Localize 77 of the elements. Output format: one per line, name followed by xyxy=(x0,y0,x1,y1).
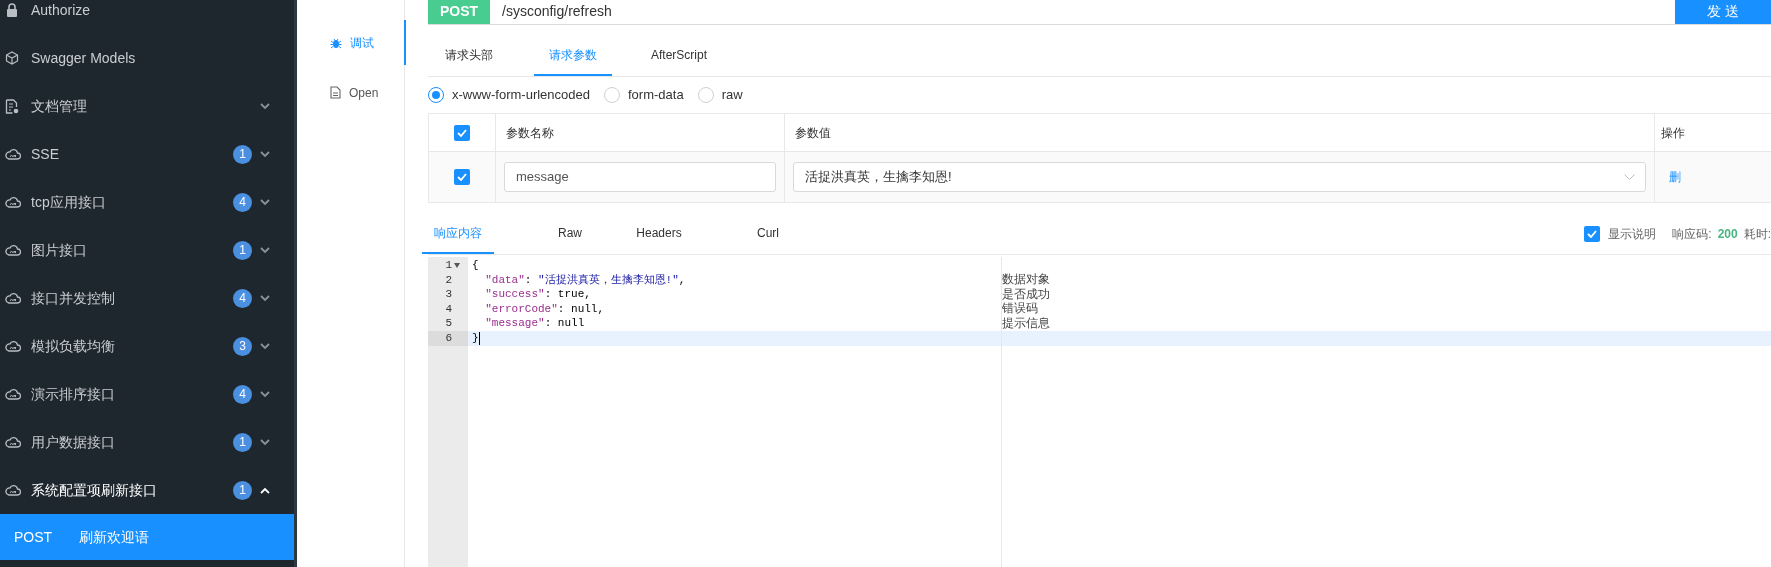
radio-label: x-www-form-urlencoded xyxy=(452,86,590,105)
sidebar-item[interactable]: Authorize xyxy=(0,0,294,34)
sidebar-item[interactable]: 演示排序接口 4 xyxy=(0,370,294,418)
count-badge: 1 xyxy=(233,480,252,500)
document-icon xyxy=(330,86,341,99)
checkbox-label: 显示说明 xyxy=(1608,226,1657,243)
sidebar-item[interactable]: 用户数据接口 1 xyxy=(0,418,294,466)
bug-icon xyxy=(330,36,342,49)
code-line: "message": null xyxy=(484,316,586,331)
sidebar-item[interactable]: 系统配置项刷新接口 1 xyxy=(0,466,294,514)
line-number: 4 xyxy=(444,301,453,317)
tab[interactable]: Raw xyxy=(534,214,606,254)
field-description: 错误码 xyxy=(1002,301,1038,317)
time-label: 耗时: xyxy=(1743,226,1771,243)
code-line: "success": true, xyxy=(484,287,592,302)
fold-icon xyxy=(454,262,460,268)
field-description: 数据对象 xyxy=(1002,272,1050,288)
checkmark-icon xyxy=(457,173,467,181)
document-icon xyxy=(5,98,19,114)
tab[interactable]: AfterScript xyxy=(632,36,726,76)
tab[interactable]: Curl xyxy=(732,214,804,254)
name-field[interactable]: message xyxy=(504,162,776,192)
checkbox[interactable] xyxy=(454,124,470,141)
count-badge: 4 xyxy=(233,192,252,212)
count-badge: 4 xyxy=(233,384,252,404)
line-number: 2 xyxy=(444,272,453,288)
cloud-icon xyxy=(5,196,21,208)
count-badge: 1 xyxy=(233,432,252,452)
sidebar-item[interactable]: tcp应用接口 4 xyxy=(0,178,294,226)
sidebar-item[interactable]: 模拟负载均衡 3 xyxy=(0,322,294,370)
method-badge: POST xyxy=(428,0,490,24)
line-number: 6 xyxy=(428,330,468,346)
side-tab[interactable]: Open xyxy=(297,70,406,115)
column-header: 操作 xyxy=(1660,124,1686,142)
checkmark-icon xyxy=(1587,230,1598,238)
endpoint-label: 刷新欢迎语 xyxy=(79,527,149,547)
column-header: 参数名称 xyxy=(496,114,785,151)
column-header: 参数值 xyxy=(785,114,1655,151)
radio-label: form-data xyxy=(628,86,684,105)
sidebar-item[interactable]: Swagger Models xyxy=(0,34,294,82)
url-field[interactable]: /sysconfig/refresh xyxy=(490,0,1675,24)
checkmark-icon xyxy=(457,128,467,137)
line-number: 3 xyxy=(444,287,453,302)
line-number: 5 xyxy=(444,316,453,331)
code-line: "errorCode": null, xyxy=(484,301,606,317)
count-badge: 4 xyxy=(233,288,252,308)
chevron-down-icon xyxy=(1624,173,1635,181)
status-code: 200 xyxy=(1717,226,1738,243)
code-line: "data": "活捉洪真英，生擒李知恩!", xyxy=(484,272,687,288)
field-description: 是否成功 xyxy=(1002,286,1050,302)
cloud-icon xyxy=(5,292,21,304)
radio-label: raw xyxy=(721,86,743,105)
code-line: { xyxy=(471,258,480,273)
cloud-icon xyxy=(5,244,21,256)
status-label: 响应码: xyxy=(1672,226,1712,243)
sidebar-item[interactable]: SSE 1 xyxy=(0,130,294,178)
sidebar-item[interactable]: 接口并发控制 4 xyxy=(0,274,294,322)
tab[interactable]: Headers xyxy=(623,214,695,254)
line-number: 1 xyxy=(428,258,468,273)
value-field[interactable]: 活捉洪真英，生擒李知恩! xyxy=(793,162,1646,192)
cloud-icon xyxy=(5,340,21,352)
cloud-icon xyxy=(5,484,21,496)
lock-icon xyxy=(5,3,19,17)
field-description: 提示信息 xyxy=(1002,316,1050,332)
count-badge: 1 xyxy=(233,144,252,164)
checkbox[interactable] xyxy=(1584,226,1601,242)
sidebar-item[interactable]: 图片接口 1 xyxy=(0,226,294,274)
cloud-icon xyxy=(5,436,21,448)
sidebar-item[interactable]: 文档管理 xyxy=(0,82,294,130)
checkbox[interactable] xyxy=(454,169,470,185)
method-label: POST xyxy=(14,527,54,547)
tab[interactable]: 请求头部 xyxy=(424,36,514,76)
cloud-icon xyxy=(5,388,21,400)
count-badge: 3 xyxy=(233,336,252,356)
count-badge: 1 xyxy=(233,240,252,260)
cloud-icon xyxy=(5,148,21,160)
cube-icon xyxy=(5,51,19,65)
